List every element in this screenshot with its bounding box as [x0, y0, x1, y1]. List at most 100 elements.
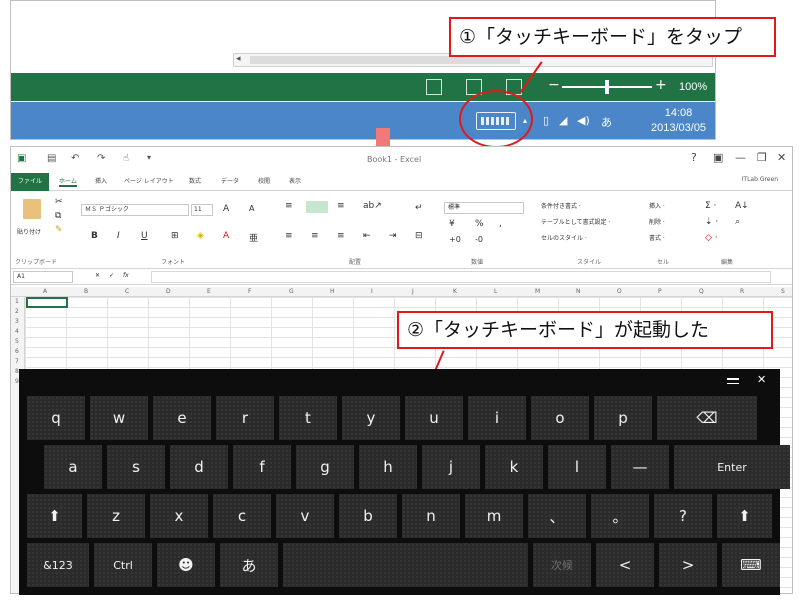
- column-header-d[interactable]: D: [166, 288, 171, 295]
- volume-icon[interactable]: ◀): [577, 114, 590, 127]
- period-key[interactable]: 。: [591, 494, 649, 538]
- font-name-select[interactable]: ＭＳ Ｐゴシック: [81, 204, 189, 216]
- backspace-key[interactable]: ⌫: [657, 396, 757, 440]
- row-header-6[interactable]: 6: [15, 348, 19, 355]
- align-middle-icon[interactable]: [306, 201, 328, 213]
- find-select-icon[interactable]: ⌕: [735, 217, 740, 227]
- insert-cells-button[interactable]: 挿入 ·: [649, 201, 665, 210]
- key-d[interactable]: d: [170, 445, 228, 489]
- restore-icon[interactable]: ❐: [757, 151, 767, 164]
- column-header-i[interactable]: I: [371, 288, 373, 295]
- enter-key[interactable]: Enter: [674, 445, 790, 489]
- redo-icon[interactable]: ↷: [97, 153, 105, 164]
- input-mode-key[interactable]: あ: [220, 543, 278, 587]
- key-q[interactable]: q: [27, 396, 85, 440]
- symbols-key[interactable]: &123: [27, 543, 89, 587]
- font-size-select[interactable]: 11: [191, 204, 213, 216]
- emoji-key[interactable]: ☻: [157, 543, 215, 587]
- customize-qat-icon[interactable]: ▾: [147, 153, 151, 162]
- key-h[interactable]: h: [359, 445, 417, 489]
- clear-icon[interactable]: ◇ ·: [705, 233, 718, 243]
- autosum-icon[interactable]: Σ ·: [705, 201, 716, 211]
- column-header-s[interactable]: S: [781, 288, 785, 295]
- tab-file[interactable]: ファイル: [11, 173, 49, 191]
- column-header-n[interactable]: N: [576, 288, 581, 295]
- ribbon-options-icon[interactable]: ▣: [713, 151, 723, 164]
- battery-icon[interactable]: ▯: [543, 114, 549, 127]
- align-center-icon[interactable]: ≡: [311, 231, 319, 241]
- key-t[interactable]: t: [279, 396, 337, 440]
- key-r[interactable]: r: [216, 396, 274, 440]
- touch-mode-icon[interactable]: ☝: [123, 153, 129, 164]
- format-as-table-button[interactable]: テーブルとして書式設定 ·: [541, 217, 610, 226]
- cell-styles-button[interactable]: セルのスタイル ·: [541, 233, 587, 242]
- scroll-thumb[interactable]: [250, 56, 520, 64]
- sort-filter-icon[interactable]: A↓: [735, 201, 749, 211]
- key-z[interactable]: z: [87, 494, 145, 538]
- format-cells-button[interactable]: 書式 ·: [649, 233, 665, 242]
- system-clock[interactable]: 14:08 2013/03/05: [651, 106, 706, 136]
- column-header-b[interactable]: B: [84, 288, 88, 295]
- network-signal-icon[interactable]: ◢: [559, 114, 567, 127]
- conditional-formatting-button[interactable]: 条件付き書式 ·: [541, 201, 581, 210]
- formula-input[interactable]: [151, 271, 771, 283]
- input-method-icon[interactable]: あ: [601, 114, 612, 130]
- normal-view-icon[interactable]: [426, 79, 442, 95]
- tab-home[interactable]: ホーム: [59, 176, 77, 187]
- keyboard-minimize-icon[interactable]: [727, 378, 739, 384]
- column-header-o[interactable]: O: [617, 288, 622, 295]
- tab-review[interactable]: 校閲: [258, 176, 270, 185]
- orientation-icon[interactable]: ab↗: [363, 201, 382, 211]
- key-k[interactable]: k: [485, 445, 543, 489]
- borders-icon[interactable]: ⊞: [171, 231, 179, 241]
- key-x[interactable]: x: [150, 494, 208, 538]
- ctrl-key[interactable]: Ctrl: [94, 543, 152, 587]
- cancel-entry-icon[interactable]: ✕: [95, 272, 100, 279]
- tab-formulas[interactable]: 数式: [189, 176, 201, 185]
- tab-view[interactable]: 表示: [289, 176, 301, 185]
- fill-color-icon[interactable]: ◈: [197, 231, 204, 241]
- grow-font-icon[interactable]: A: [223, 204, 229, 214]
- zoom-in-button[interactable]: +: [655, 77, 667, 93]
- tab-page-layout[interactable]: ページ レイアウト: [124, 176, 174, 185]
- key-v[interactable]: v: [276, 494, 334, 538]
- column-header-a[interactable]: A: [43, 288, 47, 295]
- key-w[interactable]: w: [90, 396, 148, 440]
- currency-icon[interactable]: ¥: [449, 219, 455, 229]
- minimize-icon[interactable]: —: [735, 151, 746, 164]
- key-a[interactable]: a: [44, 445, 102, 489]
- column-header-p[interactable]: P: [658, 288, 662, 295]
- right-shift-key[interactable]: ⬆: [717, 494, 772, 538]
- align-top-icon[interactable]: ≡: [285, 201, 293, 211]
- paste-label[interactable]: 貼り付け: [17, 227, 41, 236]
- decrease-decimal-icon[interactable]: -0: [475, 235, 483, 244]
- bold-icon[interactable]: B: [91, 231, 98, 241]
- font-color-icon[interactable]: A: [223, 231, 229, 241]
- row-header-3[interactable]: 3: [15, 318, 19, 325]
- key-p[interactable]: p: [594, 396, 652, 440]
- shrink-font-icon[interactable]: A: [249, 204, 254, 213]
- key-s[interactable]: s: [107, 445, 165, 489]
- align-right-icon[interactable]: ≡: [337, 231, 345, 241]
- increase-decimal-icon[interactable]: +0: [449, 235, 461, 244]
- key-i[interactable]: i: [468, 396, 526, 440]
- copy-icon[interactable]: ⧉: [55, 211, 61, 221]
- comma-key[interactable]: 、: [528, 494, 586, 538]
- row-header-7[interactable]: 7: [15, 358, 19, 365]
- column-header-q[interactable]: Q: [699, 288, 704, 295]
- key-j[interactable]: j: [422, 445, 480, 489]
- zoom-slider-thumb[interactable]: [605, 80, 609, 94]
- delete-cells-button[interactable]: 削除 ·: [649, 217, 665, 226]
- underline-icon[interactable]: U: [141, 231, 148, 241]
- number-format-select[interactable]: 標準: [444, 202, 524, 214]
- column-header-c[interactable]: C: [125, 288, 129, 295]
- italic-icon[interactable]: I: [117, 231, 120, 241]
- wrap-text-icon[interactable]: ↵: [415, 203, 423, 213]
- tab-data[interactable]: データ: [221, 176, 239, 185]
- row-header-5[interactable]: 5: [15, 338, 19, 345]
- key-n[interactable]: n: [402, 494, 460, 538]
- decrease-indent-icon[interactable]: ⇤: [363, 231, 371, 241]
- key-u[interactable]: u: [405, 396, 463, 440]
- selected-cell[interactable]: [26, 297, 68, 308]
- user-name[interactable]: ITLab Green: [742, 176, 778, 183]
